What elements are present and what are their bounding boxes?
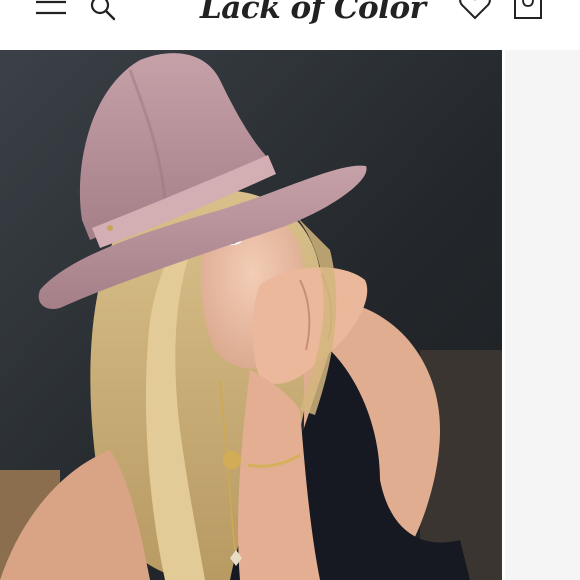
brand-logo-text: Lack of Color (200, 0, 426, 26)
brand-logo[interactable]: Lack of Color (200, 0, 426, 28)
cart-button[interactable] (512, 0, 544, 22)
wishlist-button[interactable] (458, 0, 492, 22)
product-image[interactable] (0, 50, 502, 580)
search-icon (90, 0, 116, 21)
shopping-bag-icon (514, 0, 542, 19)
menu-button[interactable] (34, 0, 68, 20)
heart-icon (459, 0, 491, 20)
product-photo (0, 50, 502, 580)
search-button[interactable] (88, 0, 118, 22)
hamburger-menu-icon (36, 0, 66, 15)
site-header: Lack of Color (0, 0, 580, 48)
next-product-image[interactable] (505, 50, 580, 580)
